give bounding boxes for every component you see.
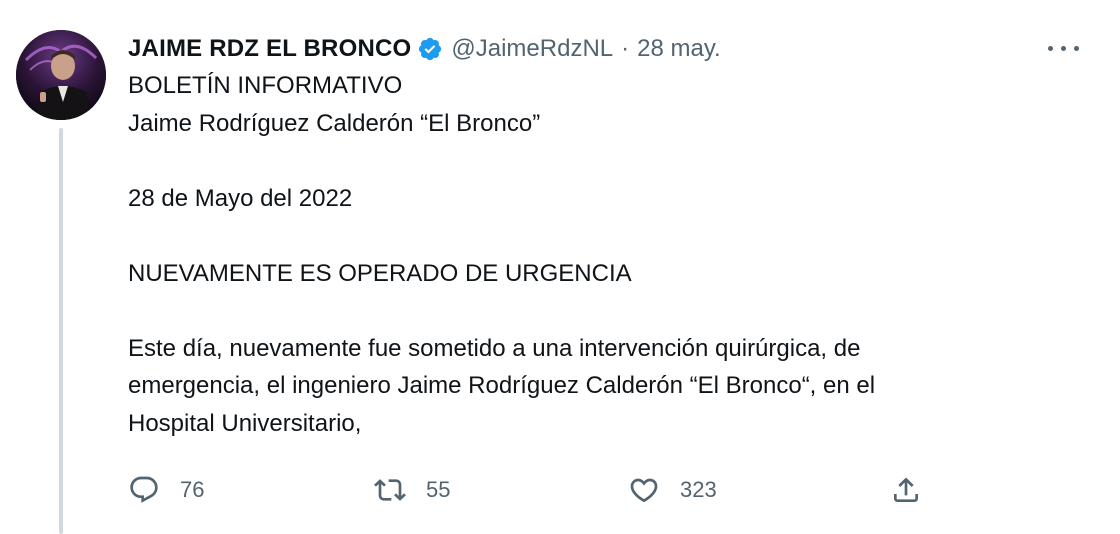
tweet-line: emergencia, el ingeniero Jaime Rodríguez… bbox=[128, 372, 876, 399]
more-options-icon[interactable] bbox=[1044, 36, 1084, 60]
reply-button[interactable]: 76 bbox=[128, 472, 204, 508]
tweet-actions: 76 55 323 bbox=[128, 472, 928, 508]
separator-dot: · bbox=[621, 35, 630, 62]
like-button[interactable]: 323 bbox=[628, 472, 717, 508]
tweet-line: Jaime Rodríguez Calderón “El Bronco” bbox=[128, 109, 541, 137]
avatar[interactable] bbox=[16, 30, 106, 120]
like-count: 323 bbox=[680, 477, 717, 502]
reply-icon bbox=[128, 474, 160, 506]
author-name[interactable]: JAIME RDZ EL BRONCO bbox=[128, 35, 411, 63]
tweet-content: JAIME RDZ EL BRONCO @JaimeRdzNL · 28 may… bbox=[128, 30, 1058, 442]
heart-icon bbox=[628, 474, 660, 506]
tweet-date[interactable]: 28 may. bbox=[637, 35, 721, 63]
tweet-text: BOLETÍN INFORMATIVO Jaime Rodríguez Cald… bbox=[128, 67, 1058, 442]
verified-badge-icon bbox=[417, 36, 443, 62]
retweet-button[interactable]: 55 bbox=[374, 472, 450, 508]
tweet-line: Hospital Universitario, bbox=[128, 409, 362, 437]
tweet-line: Este día, nuevamente fue sometido a una … bbox=[128, 334, 861, 362]
tweet-card[interactable]: JAIME RDZ EL BRONCO @JaimeRdzNL · 28 may… bbox=[0, 0, 1120, 534]
tweet-line: BOLETÍN INFORMATIVO bbox=[128, 72, 403, 99]
tweet-line: NUEVAMENTE ES OPERADO DE URGENCIA bbox=[128, 259, 632, 287]
reply-count: 76 bbox=[180, 477, 205, 502]
thread-line bbox=[59, 128, 63, 534]
share-icon bbox=[890, 474, 922, 506]
tweet-line: 28 de Mayo del 2022 bbox=[128, 184, 353, 212]
retweet-icon bbox=[374, 474, 406, 506]
retweet-count: 55 bbox=[426, 477, 451, 502]
tweet-header: JAIME RDZ EL BRONCO @JaimeRdzNL · 28 may… bbox=[128, 30, 1058, 68]
author-handle[interactable]: @JaimeRdzNL bbox=[451, 35, 613, 63]
share-button[interactable] bbox=[890, 472, 922, 508]
